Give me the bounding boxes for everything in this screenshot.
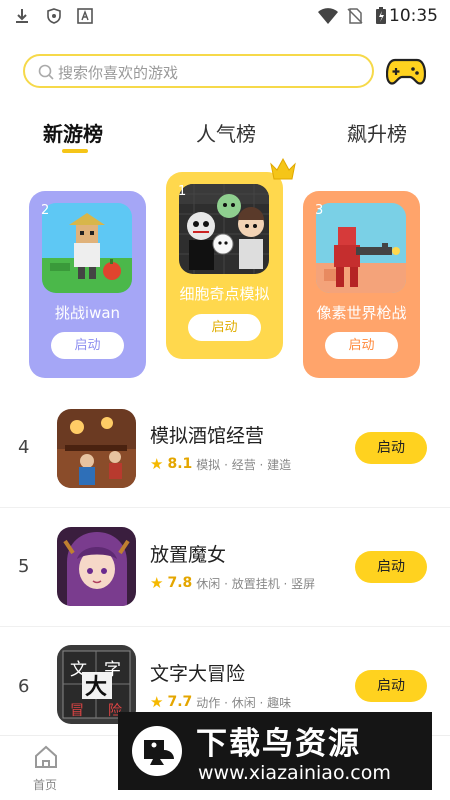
rank-number: 1 [178, 184, 187, 199]
star-icon: ★ [150, 574, 164, 592]
rank-number: 4 [18, 437, 30, 458]
search-input[interactable]: 搜索你喜欢的游戏 [23, 54, 374, 88]
top-card-3[interactable]: 3 像素世界枪战 启动 [303, 191, 420, 378]
score: 7.7 [167, 694, 193, 710]
score: 7.8 [167, 575, 193, 591]
game-title: 模拟酒馆经营 [150, 425, 265, 447]
shield-icon [47, 8, 61, 24]
top-card-1[interactable]: 1 细胞奇点模拟 启动 [166, 172, 283, 359]
battery-charging-icon [376, 7, 386, 24]
tab-popular[interactable]: 人气榜 [196, 118, 256, 147]
rank-number: 3 [315, 203, 324, 218]
rank-number: 6 [18, 676, 30, 697]
search-icon [38, 64, 54, 80]
list-item[interactable]: 4 模拟酒馆经营 ★ 8.1 模拟 · 经营 · 建造 启动 [0, 389, 450, 507]
game-name: 挑战iwan [54, 304, 121, 322]
star-icon: ★ [150, 455, 164, 473]
start-button[interactable]: 启动 [355, 670, 427, 702]
watermark-title: 下载鸟资源 [196, 726, 361, 762]
tags: 模拟 · 经营 · 建造 [196, 457, 292, 472]
game-meta: ★ 7.8 休闲 · 放置挂机 · 竖屏 [150, 574, 315, 592]
home-icon [35, 745, 57, 768]
nav-home-label: 首页 [33, 778, 58, 792]
text-a-icon [77, 8, 93, 24]
rank-number: 2 [41, 203, 50, 218]
no-sim-icon [347, 8, 363, 24]
score: 8.1 [167, 456, 193, 472]
top-card-2[interactable]: 2 挑战iwan 启动 [29, 191, 146, 378]
search-placeholder: 搜索你喜欢的游戏 [58, 64, 179, 82]
game-thumbnail [42, 203, 132, 293]
star-icon: ★ [150, 693, 164, 711]
start-button[interactable]: 启动 [51, 332, 124, 359]
game-name: 像素世界枪战 [316, 304, 407, 322]
start-button[interactable]: 启动 [355, 551, 427, 583]
start-button[interactable]: 启动 [355, 432, 427, 464]
crown-icon [270, 157, 296, 180]
bird-logo-icon [132, 726, 182, 776]
game-title: 放置魔女 [150, 544, 227, 566]
game-thumbnail [179, 184, 269, 274]
tab-new-games[interactable]: 新游榜 [43, 118, 103, 147]
game-title: 文字大冒险 [150, 663, 246, 685]
gamepad-icon[interactable] [386, 55, 426, 87]
start-button[interactable]: 启动 [325, 332, 398, 359]
status-bar: 10:35 [0, 0, 450, 34]
game-meta: ★ 7.7 动作 · 休闲 · 趣味 [150, 693, 291, 711]
list-item[interactable]: 5 放置魔女 ★ 7.8 休闲 · 放置挂机 · 竖屏 启动 [0, 508, 450, 626]
rank-number: 5 [18, 556, 30, 577]
clock: 10:35 [389, 6, 438, 26]
tags: 休闲 · 放置挂机 · 竖屏 [196, 576, 316, 591]
download-icon [16, 9, 28, 23]
svg-text:大: 大 [85, 675, 107, 700]
wifi-icon [318, 8, 338, 24]
tags: 动作 · 休闲 · 趣味 [196, 695, 292, 710]
game-thumbnail [316, 203, 406, 293]
game-thumbnail [57, 527, 136, 606]
watermark-banner: 下载鸟资源 www.xiazainiao.com [118, 712, 432, 790]
start-button[interactable]: 启动 [188, 314, 261, 341]
svg-text:冒: 冒 [70, 703, 84, 719]
tab-rising[interactable]: 飙升榜 [347, 118, 407, 147]
game-meta: ★ 8.1 模拟 · 经营 · 建造 [150, 455, 291, 473]
game-thumbnail [57, 409, 136, 488]
game-name: 细胞奇点模拟 [179, 285, 270, 303]
tab-indicator [62, 149, 88, 153]
watermark-url: www.xiazainiao.com [198, 762, 391, 784]
